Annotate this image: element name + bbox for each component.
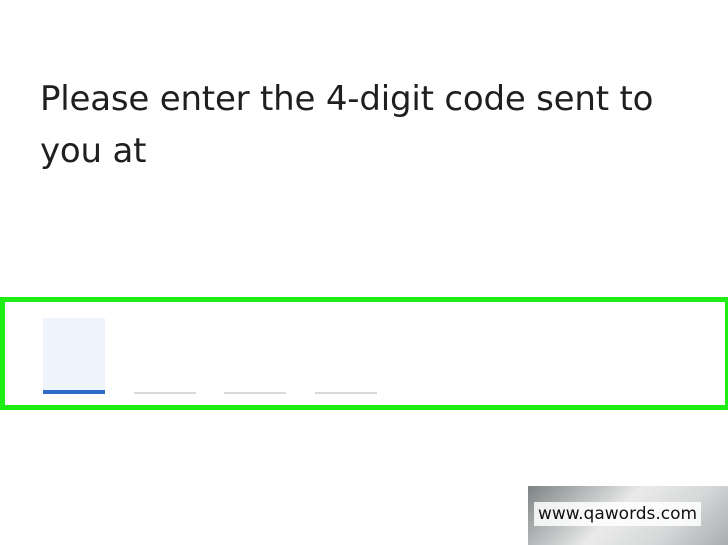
code-digit-4-underline <box>315 392 377 394</box>
code-entry-highlight <box>0 297 728 410</box>
code-digit-2-input[interactable] <box>134 318 196 394</box>
code-digit-4-input[interactable] <box>315 318 377 394</box>
code-prompt-text: Please enter the 4-digit code sent to yo… <box>40 79 654 171</box>
code-digit-3-underline <box>224 392 286 394</box>
watermark-text: www.qawords.com <box>534 502 702 526</box>
code-digit-1-underline <box>43 390 105 394</box>
code-digit-2-underline <box>134 392 196 394</box>
code-digit-3-input[interactable] <box>224 318 286 394</box>
watermark: www.qawords.com <box>528 486 728 545</box>
code-digit-1-input[interactable] <box>43 318 105 394</box>
